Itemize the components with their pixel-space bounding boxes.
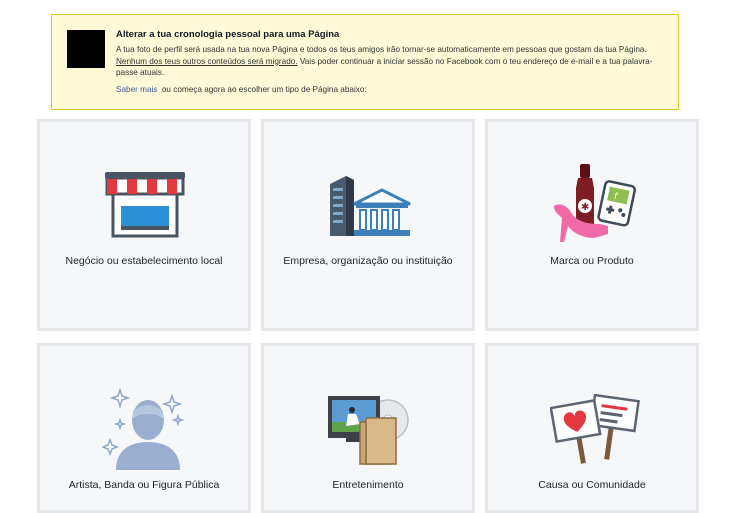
notice-content: Alterar a tua cronologia pessoal para um…	[116, 29, 672, 97]
category-tile-entertainment[interactable]: Entretenimento	[261, 343, 475, 513]
storefront-icon	[105, 172, 185, 238]
notice-text-underlined: Nenhum dos teus outros conteúdos será mi…	[116, 56, 298, 66]
notice-text-1: A tua foto de perfil será usada na tua n…	[116, 45, 647, 54]
category-tile-artist[interactable]: Artista, Banda ou Figura Pública	[37, 343, 251, 513]
notice-body: A tua foto de perfil será usada na tua n…	[116, 44, 672, 79]
notice-title: Alterar a tua cronologia pessoal para um…	[116, 29, 340, 40]
category-tile-company[interactable]: Empresa, organização ou instituição	[261, 119, 475, 331]
category-label: Negócio ou estabelecimento local	[65, 255, 223, 267]
category-tile-cause[interactable]: Causa ou Comunidade	[485, 343, 699, 513]
category-label: Entretenimento	[332, 479, 404, 491]
profile-thumbnail	[67, 30, 105, 68]
artist-silhouette-icon	[102, 387, 185, 470]
category-label: Artista, Banda ou Figura Pública	[68, 479, 220, 491]
category-tile-local-business[interactable]: Negócio ou estabelecimento local	[37, 119, 251, 331]
notice-text-3: ou começa agora ao escolher um tipo de P…	[161, 84, 367, 94]
category-label: Empresa, organização ou instituição	[283, 255, 453, 267]
protest-signs-icon	[550, 394, 640, 464]
entertainment-icon	[328, 396, 409, 465]
category-label: Causa ou Comunidade	[538, 479, 646, 491]
building-icon	[330, 176, 411, 236]
products-icon: ✱ f	[554, 164, 636, 242]
learn-more-link[interactable]: Saber mais	[116, 85, 157, 94]
category-label: Marca ou Produto	[550, 255, 634, 267]
svg-text:✱: ✱	[581, 202, 589, 213]
convert-timeline-notice: Alterar a tua cronologia pessoal para um…	[51, 14, 679, 110]
category-tile-brand[interactable]: ✱ f Marca ou Produto	[485, 119, 699, 331]
